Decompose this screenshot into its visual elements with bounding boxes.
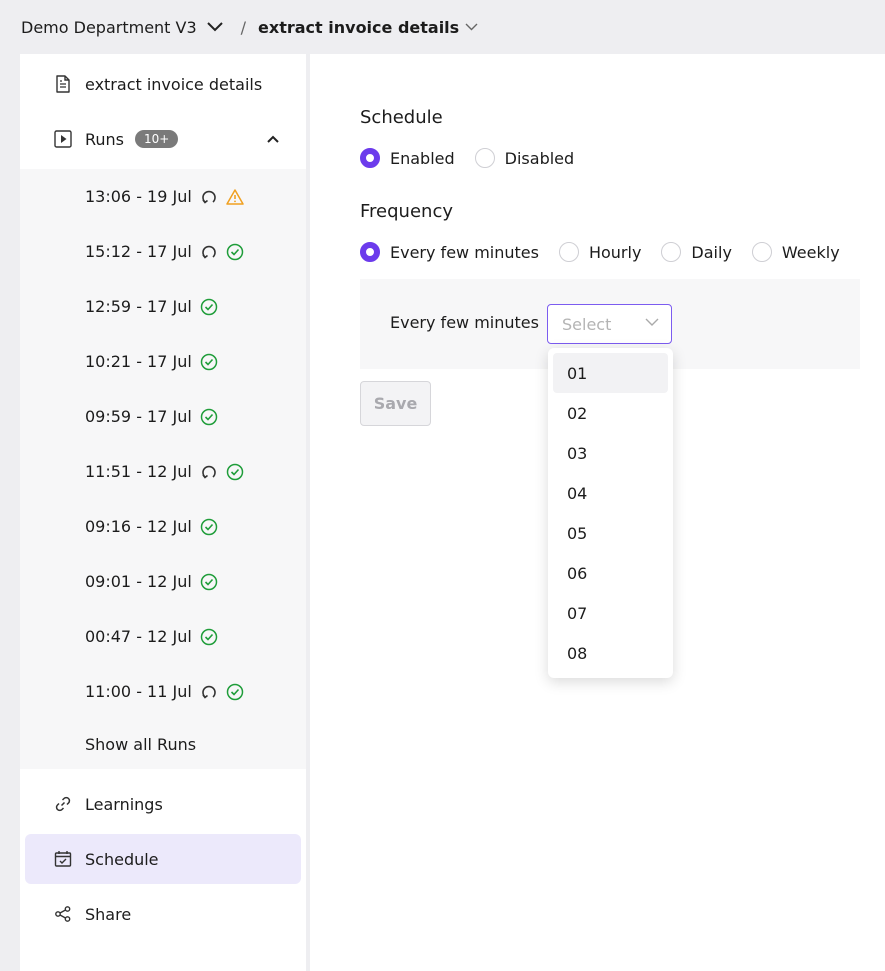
radio-label: Weekly [781,242,840,262]
retry-icon [202,685,216,699]
frequency-daily-radio[interactable]: Daily [661,242,732,262]
run-item[interactable]: 10:21 - 17 Jul [20,334,306,389]
dropdown-option[interactable]: 08 [553,633,668,673]
check-circle-icon [200,408,218,425]
breadcrumb-separator: / [240,17,247,37]
retry-icon [202,465,216,479]
page-selector[interactable]: extract invoice details [258,18,478,37]
check-circle-icon [226,683,244,700]
breadcrumb: Demo Department V3 / extract invoice det… [0,0,885,54]
minutes-dropdown-menu: 01 02 03 04 05 06 07 08 [548,348,673,678]
run-time: 11:00 - 11 Jul [85,682,192,701]
sidebar-item-share[interactable]: Share [20,889,306,939]
share-icon [53,904,73,924]
dropdown-option[interactable]: 02 [553,393,668,433]
run-time: 00:47 - 12 Jul [85,627,192,646]
frequency-title: Frequency [360,201,453,222]
check-circle-icon [226,463,244,480]
run-time: 12:59 - 17 Jul [85,297,192,316]
select-placeholder: Select [562,314,612,334]
link-icon [53,794,73,814]
sidebar-item-schedule[interactable]: Schedule [25,834,301,884]
run-time: 09:01 - 12 Jul [85,572,192,591]
dropdown-option[interactable]: 06 [553,553,668,593]
check-circle-icon [226,243,244,260]
sidebar-item-label: extract invoice details [85,74,263,94]
retry-icon [202,245,216,259]
run-item[interactable]: 00:47 - 12 Jul [20,609,306,664]
schedule-enabled-radio[interactable]: Enabled [360,148,455,168]
chevron-down-icon [206,22,223,32]
radio-unselected-icon [474,148,495,168]
sidebar-item-label: Share [85,904,132,924]
run-time: 09:16 - 12 Jul [85,517,192,536]
radio-unselected-icon [558,242,579,262]
run-item[interactable]: 12:59 - 17 Jul [20,279,306,334]
radio-unselected-icon [751,242,772,262]
play-square-icon [53,129,73,149]
sidebar-item-document[interactable]: extract invoice details [20,59,306,109]
run-time: 11:51 - 12 Jul [85,462,192,481]
check-circle-icon [200,628,218,645]
runs-list: 13:06 - 19 Jul 15:12 - 17 Jul 12:59 - 17… [20,169,306,769]
dropdown-option[interactable]: 04 [553,473,668,513]
sidebar-item-label: Schedule [85,849,159,869]
dropdown-option[interactable]: 05 [553,513,668,553]
save-button[interactable]: Save [360,381,431,426]
radio-selected-icon [360,148,380,168]
frequency-hourly-radio[interactable]: Hourly [558,242,642,262]
sidebar: extract invoice details Runs 10+ 13:06 -… [20,54,306,971]
schedule-title: Schedule [360,107,443,128]
show-all-runs-link[interactable]: Show all Runs [85,735,196,754]
check-circle-icon [200,518,218,535]
radio-label: Enabled [390,148,455,168]
dropdown-option[interactable]: 03 [553,433,668,473]
chevron-up-icon[interactable] [264,130,282,148]
chevron-down-icon [465,23,478,31]
radio-label: Hourly [588,242,642,262]
warning-triangle-icon [226,188,244,205]
radio-label: Daily [691,242,732,262]
page-name: extract invoice details [258,17,460,37]
run-item[interactable]: 09:01 - 12 Jul [20,554,306,609]
run-time: 09:59 - 17 Jul [85,407,192,426]
schedule-disabled-radio[interactable]: Disabled [474,148,575,168]
chevron-down-icon [645,318,659,326]
radio-label: Every few minutes [390,242,539,262]
check-circle-icon [200,353,218,370]
dropdown-option[interactable]: 07 [553,593,668,633]
run-item[interactable]: 11:51 - 12 Jul [20,444,306,499]
frequency-radio-group: Every few minutes Hourly Daily Weekly [360,242,860,262]
run-item[interactable]: 13:06 - 19 Jul [20,169,306,224]
dropdown-option[interactable]: 01 [553,353,668,393]
run-item[interactable]: 11:00 - 11 Jul [20,664,306,719]
retry-icon [202,190,216,204]
run-time: 13:06 - 19 Jul [85,187,192,206]
sidebar-item-label: Learnings [85,794,163,814]
run-item[interactable]: 15:12 - 17 Jul [20,224,306,279]
every-few-minutes-label: Every few minutes [390,313,539,332]
check-circle-icon [200,573,218,590]
check-circle-icon [200,298,218,315]
minutes-select[interactable]: Select [547,304,672,344]
radio-selected-icon [360,242,380,262]
sidebar-item-label: Runs [85,129,125,149]
sidebar-item-learnings[interactable]: Learnings [20,779,306,829]
radio-unselected-icon [661,242,682,262]
run-time: 15:12 - 17 Jul [85,242,192,261]
department-name: Demo Department V3 [21,17,197,37]
run-item[interactable]: 09:59 - 17 Jul [20,389,306,444]
department-selector[interactable]: Demo Department V3 [21,18,223,37]
runs-count-badge: 10+ [135,130,179,148]
run-time: 10:21 - 17 Jul [85,352,192,371]
frequency-every-few-minutes-radio[interactable]: Every few minutes [360,242,539,262]
schedule-radio-group: Enabled Disabled [360,148,594,168]
run-item[interactable]: 09:16 - 12 Jul [20,499,306,554]
frequency-weekly-radio[interactable]: Weekly [751,242,840,262]
file-text-icon [53,74,73,94]
radio-label: Disabled [504,148,575,168]
calendar-check-icon [53,849,73,869]
sidebar-item-runs[interactable]: Runs 10+ [20,114,306,164]
